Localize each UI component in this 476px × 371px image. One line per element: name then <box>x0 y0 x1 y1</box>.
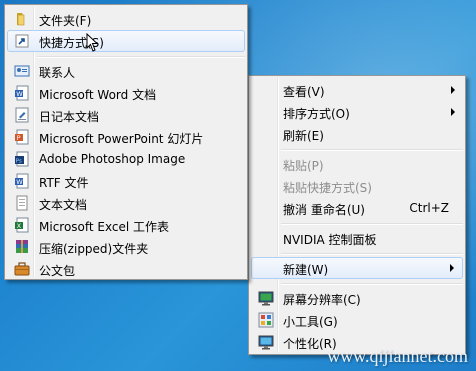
menu-item-paste-shortcut-label: 粘贴快捷方式(S) <box>283 181 372 195</box>
menu-item-view-label: 查看(V) <box>283 85 325 99</box>
menu-separator <box>281 223 463 225</box>
menu-item-screen-resolution[interactable]: 屏幕分辨率(C) <box>251 287 463 309</box>
new-item-label: Microsoft PowerPoint 幻灯片 <box>39 132 204 146</box>
desktop-context-menu: 查看(V) 排序方式(O) 刷新(E) 粘贴(P) 粘贴快捷方式(S) 撤消 重… <box>248 75 466 355</box>
new-item-label: 文件夹(F) <box>39 14 92 28</box>
svg-text:W: W <box>16 178 23 186</box>
powerpoint-document-icon: P <box>15 129 29 145</box>
menu-item-gadgets[interactable]: 小工具(G) <box>251 309 463 331</box>
svg-text:X: X <box>17 222 22 230</box>
new-item-powerpoint[interactable]: P Microsoft PowerPoint 幻灯片 <box>7 126 245 148</box>
new-item-label: 联系人 <box>39 66 76 80</box>
rtf-document-icon: W <box>15 173 29 189</box>
new-item-label: 公文包 <box>39 264 76 278</box>
mouse-cursor-icon <box>86 33 99 52</box>
new-submenu: 文件夹(F) 快捷方式(S) 联系人 W Microsoft Word 文档 日… <box>4 4 248 280</box>
new-item-label: Adobe Photoshop Image <box>39 152 186 166</box>
word-document-icon: W <box>15 85 29 101</box>
new-item-label: 日记本文档 <box>39 110 100 124</box>
new-item-rtf[interactable]: W RTF 文件 <box>7 170 245 192</box>
menu-item-new-label: 新建(W) <box>283 263 329 277</box>
new-item-photoshop[interactable]: Ps Adobe Photoshop Image <box>7 148 245 170</box>
folder-icon <box>17 13 25 26</box>
new-item-word[interactable]: W Microsoft Word 文档 <box>7 82 245 104</box>
menu-item-paste-shortcut[interactable]: 粘贴快捷方式(S) <box>251 175 463 197</box>
shortcut-key-label: Ctrl+Z <box>409 201 449 215</box>
excel-worksheet-icon: X <box>15 217 29 233</box>
menu-separator <box>37 56 245 58</box>
svg-text:W: W <box>16 90 23 98</box>
new-item-shortcut[interactable]: 快捷方式(S) <box>7 30 245 52</box>
new-item-briefcase[interactable]: 公文包 <box>7 258 245 280</box>
contact-card-icon <box>14 65 30 77</box>
svg-text:Ps: Ps <box>16 158 22 164</box>
new-item-label: RTF 文件 <box>39 176 89 190</box>
menu-item-refresh-label: 刷新(E) <box>283 129 324 143</box>
svg-text:P: P <box>17 134 21 142</box>
winrar-archive-icon <box>16 240 28 253</box>
menu-item-sort[interactable]: 排序方式(O) <box>251 101 463 123</box>
menu-item-paste-label: 粘贴(P) <box>283 159 324 173</box>
briefcase-icon <box>14 262 30 276</box>
menu-separator <box>281 283 463 285</box>
new-item-label: Microsoft Excel 工作表 <box>39 220 170 234</box>
new-item-zip[interactable]: 压缩(zipped)文件夹 <box>7 236 245 258</box>
journal-document-icon <box>15 107 29 123</box>
submenu-arrow-icon <box>451 108 455 116</box>
menu-item-nvidia-label: NVIDIA 控制面板 <box>283 233 377 247</box>
new-item-label: Microsoft Word 文档 <box>39 88 157 102</box>
menu-item-refresh[interactable]: 刷新(E) <box>251 123 463 145</box>
personalize-icon <box>258 335 274 350</box>
menu-item-undo-rename[interactable]: 撤消 重命名(U) Ctrl+Z <box>251 197 463 219</box>
photoshop-image-icon: Ps <box>15 151 29 167</box>
menu-item-new[interactable]: 新建(W) <box>251 257 463 279</box>
menu-item-sort-label: 排序方式(O) <box>283 107 350 121</box>
submenu-arrow-icon <box>450 264 454 272</box>
new-item-label: 压缩(zipped)文件夹 <box>39 242 149 256</box>
menu-item-nvidia[interactable]: NVIDIA 控制面板 <box>251 227 463 249</box>
menu-item-paste[interactable]: 粘贴(P) <box>251 153 463 175</box>
watermark-text: www.qijiannet.com <box>327 346 468 366</box>
monitor-icon <box>258 291 274 306</box>
menu-item-resolution-label: 屏幕分辨率(C) <box>283 293 361 307</box>
gadgets-icon <box>258 312 274 328</box>
submenu-arrow-icon <box>451 86 455 94</box>
new-item-text[interactable]: 文本文档 <box>7 192 245 214</box>
new-item-folder[interactable]: 文件夹(F) <box>7 8 245 30</box>
new-item-journal[interactable]: 日记本文档 <box>7 104 245 126</box>
menu-item-gadgets-label: 小工具(G) <box>283 315 338 329</box>
menu-separator <box>281 149 463 151</box>
new-item-label: 文本文档 <box>39 198 88 212</box>
menu-item-undo-label: 撤消 重命名(U) <box>283 203 365 217</box>
text-document-icon <box>16 195 28 211</box>
new-item-contact[interactable]: 联系人 <box>7 60 245 82</box>
menu-separator <box>281 253 463 255</box>
menu-item-view[interactable]: 查看(V) <box>251 79 463 101</box>
new-item-excel[interactable]: X Microsoft Excel 工作表 <box>7 214 245 236</box>
shortcut-icon <box>15 34 29 48</box>
